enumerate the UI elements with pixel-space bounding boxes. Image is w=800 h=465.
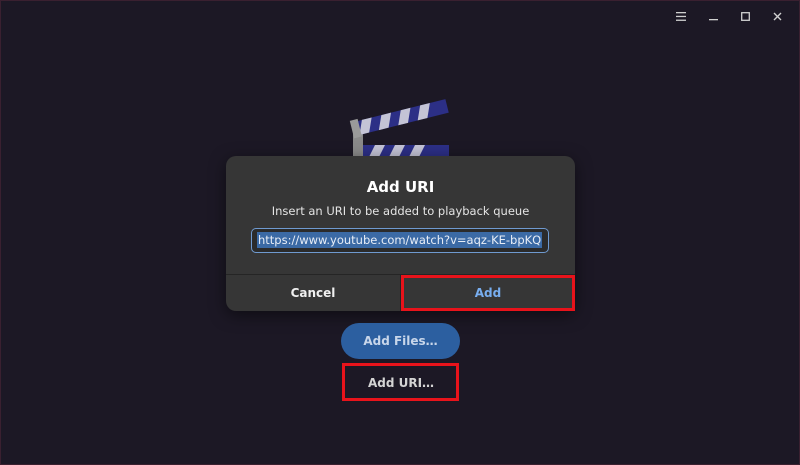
add-button[interactable]: Add <box>401 275 575 311</box>
minimize-icon[interactable] <box>701 7 725 25</box>
add-uri-dialog: Add URI Insert an URI to be added to pla… <box>226 156 575 311</box>
add-uri-button[interactable]: Add URI… <box>347 367 455 399</box>
app-window: Add URI Insert an URI to be added to pla… <box>0 0 800 465</box>
dialog-title: Add URI <box>366 178 435 196</box>
hamburger-icon[interactable] <box>669 7 693 25</box>
clapperboard-icon <box>349 99 449 161</box>
close-icon[interactable] <box>765 7 789 25</box>
cancel-button[interactable]: Cancel <box>226 275 400 311</box>
window-controls <box>669 7 789 25</box>
add-files-button[interactable]: Add Files… <box>341 323 460 359</box>
uri-input-value[interactable]: https://www.youtube.com/watch?v=aqz-KE-b… <box>257 232 543 248</box>
dialog-message: Insert an URI to be added to playback qu… <box>271 204 530 218</box>
maximize-icon[interactable] <box>733 7 757 25</box>
